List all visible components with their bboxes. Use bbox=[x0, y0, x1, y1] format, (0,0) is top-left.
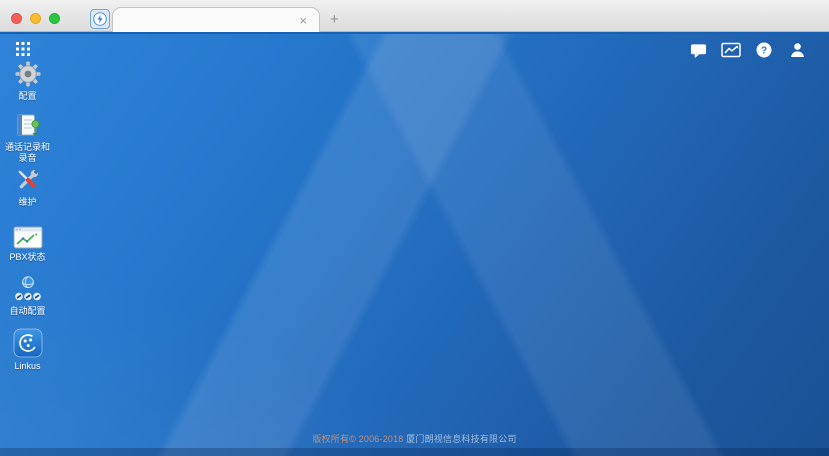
sidebar-item-label: 配置 bbox=[18, 91, 36, 102]
tab-close-icon[interactable]: × bbox=[297, 14, 309, 27]
new-tab-button[interactable]: + bbox=[330, 11, 339, 28]
auto-provision-icon bbox=[13, 276, 43, 303]
sidebar-item-label: Linkus bbox=[14, 361, 40, 372]
app-grid-icon[interactable] bbox=[16, 42, 32, 58]
lightning-icon[interactable] bbox=[90, 9, 110, 29]
window-minimize-button[interactable] bbox=[30, 13, 41, 24]
status-monitor-icon[interactable] bbox=[721, 41, 741, 59]
copyright-text: 版权所有© 2006-2018 厦门朗视信息科技有限公司 bbox=[0, 432, 829, 445]
sidebar-item-pbx-status[interactable]: PBX状态 bbox=[0, 226, 55, 263]
chat-icon[interactable] bbox=[688, 41, 708, 59]
sidebar-item-linkus[interactable]: Linkus bbox=[0, 328, 55, 372]
window-zoom-button[interactable] bbox=[49, 13, 60, 24]
user-icon[interactable] bbox=[787, 41, 807, 59]
sidebar-item-maintenance[interactable]: 维护 bbox=[0, 166, 55, 208]
help-icon[interactable]: ? bbox=[754, 41, 774, 59]
maintenance-tools-icon bbox=[14, 166, 42, 194]
call-log-recording-icon bbox=[14, 112, 42, 139]
sidebar-item-auto-provisioning[interactable]: 自动配置 bbox=[0, 276, 55, 317]
gear-icon bbox=[14, 60, 42, 88]
topbar-actions: ? bbox=[688, 41, 807, 59]
traffic-lights bbox=[11, 13, 60, 24]
sidebar-item-cdr-recordings[interactable]: 通话记录和录音 bbox=[0, 112, 55, 164]
copyright-prefix: 版权所有© 2006-2018 bbox=[312, 434, 403, 444]
copyright-company: 厦门朗视信息科技有限公司 bbox=[404, 434, 517, 444]
browser-tab[interactable]: × bbox=[112, 7, 320, 32]
window-close-button[interactable] bbox=[11, 13, 22, 24]
pbx-status-icon bbox=[13, 226, 43, 249]
sidebar-item-settings[interactable]: 配置 bbox=[0, 60, 55, 102]
sidebar-item-label: PBX状态 bbox=[9, 252, 45, 263]
sidebar-item-label: 自动配置 bbox=[9, 306, 45, 317]
linkus-app-icon bbox=[13, 328, 43, 358]
sidebar-item-label: 通话记录和录音 bbox=[2, 142, 54, 164]
svg-text:?: ? bbox=[761, 45, 767, 56]
browser-chrome: × + bbox=[0, 0, 829, 32]
sidebar-item-label: 维护 bbox=[18, 197, 36, 208]
pbx-desktop: ? bbox=[0, 32, 829, 456]
